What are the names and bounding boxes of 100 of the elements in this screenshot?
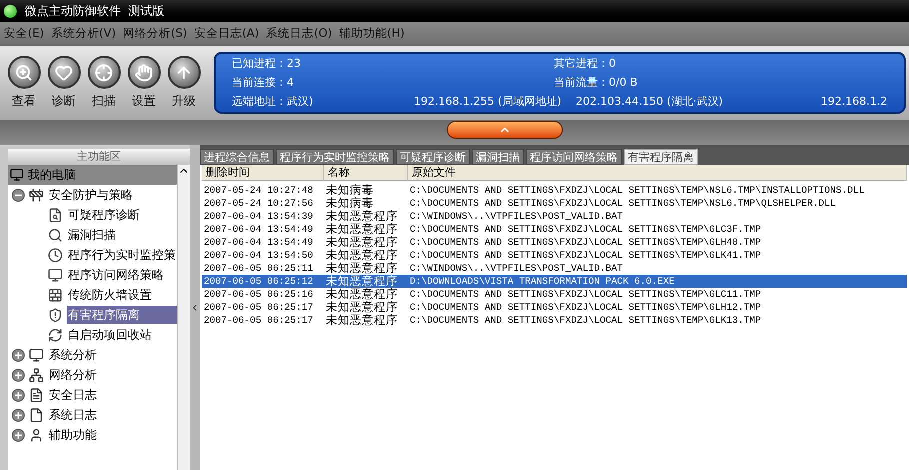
heart-icon	[55, 64, 73, 82]
tree-item[interactable]: 自启动项回收站	[67, 326, 177, 344]
tree-item[interactable]: 程序行为实时监控策	[67, 246, 177, 264]
info-text: 其它进程：0	[554, 56, 617, 72]
brick-wall-icon	[48, 288, 63, 302]
menu-item[interactable]: 安全日志(A)	[194, 25, 260, 43]
table-cell-text: 未知恶意程序	[325, 223, 399, 236]
table-row[interactable]: 2007-06-05 06:25:12 未知恶意程序 D:\DOWNLOADS\VISTA TRANSFORMATION PACK 6.0.EXE	[202, 275, 907, 288]
table-cell-text: C:\DOCUMENTS AND SETTINGS\FXDZJ\LOCAL SETTINGS\TEMP\GLH40.TMP	[409, 236, 762, 249]
tree-item[interactable]: 辅助功能	[48, 426, 98, 444]
expand-toggle[interactable]	[12, 428, 25, 442]
menu-item[interactable]: 系统分析(V)	[51, 25, 116, 43]
table-row[interactable]: 2007-06-05 06:25:11 未知恶意程序 C:\WINDOWS\..\VTPFILES\POST_VALID.BAT	[202, 262, 907, 275]
tree-item[interactable]: 漏洞扫描	[67, 226, 177, 244]
expand-toggle[interactable]	[12, 408, 25, 422]
tree-item[interactable]: 安全日志	[48, 386, 98, 404]
tab[interactable]: 可疑程序诊断	[396, 149, 470, 165]
table-cell-text: C:\DOCUMENTS AND SETTINGS\FXDZJ\LOCAL SETTINGS\TEMP\NSL6.TMP\QLSHELPER.DLL	[409, 197, 838, 210]
info-text: 192.168.1.2	[821, 94, 888, 110]
info-text: 202.103.44.150 (湖北·武汉)	[576, 94, 724, 110]
table-cell-text: 2007-06-04 13:54:50	[203, 249, 314, 262]
table-cell-text: C:\DOCUMENTS AND SETTINGS\FXDZJ\LOCAL SETTINGS\TEMP\GLH12.TMP	[409, 301, 762, 314]
expand-toggle[interactable]	[12, 348, 25, 362]
table-row[interactable]: 2007-06-05 06:25:17 未知恶意程序 C:\DOCUMENTS AND SETTINGS\FXDZJ\LOCAL SETTINGS\TEMP\GLH12.TMP	[202, 301, 907, 314]
collapse-button[interactable]	[446, 121, 562, 139]
tree-item[interactable]: 我的电脑	[8, 165, 177, 185]
table-cell-text: C:\DOCUMENTS AND SETTINGS\FXDZJ\LOCAL SETTINGS\TEMP\GLC3F.TMP	[409, 223, 762, 236]
file-search-icon	[48, 208, 63, 222]
table-row[interactable]: 2007-06-04 13:54:49 未知恶意程序 C:\DOCUMENTS AND SETTINGS\FXDZJ\LOCAL SETTINGS\TEMP\GLC3F.TMP	[202, 223, 907, 236]
menu-item[interactable]: 网络分析(S)	[123, 25, 188, 43]
table-cell-text: 2007-06-05 06:25:17	[203, 301, 314, 314]
info-text: 已知进程：23	[232, 56, 302, 72]
table-cell-text: 2007-06-04 13:54:49	[203, 223, 314, 236]
scrollbar[interactable]	[177, 165, 190, 470]
info-text: 192.168.1.255 (局域网地址)	[414, 94, 563, 110]
table-cell-text: 未知恶意程序	[325, 236, 399, 249]
table-cell-text: C:\DOCUMENTS AND SETTINGS\FXDZJ\LOCAL SETTINGS\TEMP\NSL6.TMP\INSTALLOPTIONS.DLL	[409, 184, 866, 197]
table-row[interactable]: 2007-06-04 13:54:39 未知恶意程序 C:\WINDOWS\..\VTPFILES\POST_VALID.BAT	[202, 210, 907, 223]
tree-item[interactable]: 程序访问网络策略	[67, 266, 177, 284]
table-cell-text: 2007-06-04 13:54:49	[203, 236, 314, 249]
table-cell-text: 未知恶意程序	[325, 210, 399, 223]
table-cell-text: 2007-05-24 10:27:56	[203, 197, 314, 210]
expand-toggle[interactable]	[12, 388, 25, 402]
table-cell-text: C:\DOCUMENTS AND SETTINGS\FXDZJ\LOCAL SETTINGS\TEMP\GLK41.TMP	[409, 249, 762, 262]
search-icon	[48, 228, 63, 242]
table-row[interactable]: 2007-06-04 13:54:50 未知恶意程序 C:\DOCUMENTS AND SETTINGS\FXDZJ\LOCAL SETTINGS\TEMP\GLK41.TMP	[202, 249, 907, 262]
tree-item[interactable]: 有害程序隔离	[67, 306, 177, 324]
table-cell-text: C:\DOCUMENTS AND SETTINGS\FXDZJ\LOCAL SETTINGS\TEMP\GLC11.TMP	[409, 288, 762, 301]
table-cell-text: 2007-06-05 06:25:12	[203, 275, 314, 288]
table-cell-text: 未知恶意程序	[325, 301, 399, 314]
table-cell-text: 2007-06-05 06:25:17	[203, 314, 314, 327]
shield-icon	[48, 308, 63, 322]
tree-item[interactable]: 安全防护与策略	[48, 186, 134, 204]
tab[interactable]: 程序访问网络策略	[526, 149, 622, 165]
table-row[interactable]: 2007-06-05 06:25:16 未知恶意程序 C:\DOCUMENTS AND SETTINGS\FXDZJ\LOCAL SETTINGS\TEMP\GLC11.TMP	[202, 288, 907, 301]
table-cell-text: 未知恶意程序	[325, 288, 399, 301]
tree-item[interactable]: 网络分析	[48, 366, 98, 384]
table-cell-text: 2007-06-05 06:25:16	[203, 288, 314, 301]
table-cell-text: 2007-06-04 13:54:39	[203, 210, 314, 223]
tree-item[interactable]: 系统日志	[48, 406, 98, 424]
menu-item[interactable]: 安全(E)	[4, 25, 44, 43]
menu-item[interactable]: 辅助功能(H)	[339, 25, 405, 43]
tab[interactable]: 进程综合信息	[200, 149, 274, 165]
table-cell-text: 2007-05-24 10:27:48	[203, 184, 314, 197]
table-row[interactable]: 2007-06-04 13:54:49 未知恶意程序 C:\DOCUMENTS AND SETTINGS\FXDZJ\LOCAL SETTINGS\TEMP\GLH40.TMP	[202, 236, 907, 249]
window-title: 微点主动防御软件 测试版	[25, 3, 165, 20]
barrier-icon	[29, 188, 44, 202]
column-header[interactable]: 原始文件	[408, 165, 907, 181]
monitor-icon	[29, 348, 44, 362]
table-row[interactable]: 2007-06-05 06:25:17 未知恶意程序 C:\DOCUMENTS AND SETTINGS\FXDZJ\LOCAL SETTINGS\TEMP\GLK13.TMP	[202, 314, 907, 327]
refresh-icon	[48, 328, 63, 342]
info-text: 当前连接：4	[232, 74, 295, 91]
info-text: 远端地址：武汉)	[232, 94, 314, 110]
table-cell-text: 未知恶意程序	[325, 262, 399, 275]
table-cell-text: C:\DOCUMENTS AND SETTINGS\FXDZJ\LOCAL SETTINGS\TEMP\GLK13.TMP	[409, 314, 762, 327]
table-cell-text: 2007-06-05 06:25:11	[203, 262, 314, 275]
tab[interactable]: 程序行为实时监控策略	[276, 149, 394, 165]
tree-item[interactable]: 可疑程序诊断	[67, 206, 177, 224]
menu-item[interactable]: 系统日志(O)	[266, 25, 332, 43]
tab[interactable]: 漏洞扫描	[472, 149, 524, 165]
zoom-in-icon	[15, 64, 33, 82]
table-cell-text: 未知恶意程序	[325, 275, 399, 288]
tab[interactable]: 有害程序隔离	[624, 149, 698, 165]
network-icon	[29, 368, 44, 382]
table-cell-text: C:\WINDOWS\..\VTPFILES\POST_VALID.BAT	[409, 262, 624, 275]
column-header[interactable]: 名称	[324, 165, 408, 181]
tree-item[interactable]: 系统分析	[48, 346, 98, 364]
collapse-toggle[interactable]	[12, 188, 25, 202]
expand-toggle[interactable]	[12, 368, 25, 382]
crosshair-icon	[95, 64, 113, 82]
monitor-icon	[48, 268, 63, 282]
file-icon	[29, 408, 44, 422]
table-cell-text: 未知恶意程序	[325, 314, 399, 327]
tree-item[interactable]: 传统防火墙设置	[67, 286, 177, 304]
column-header[interactable]: 删除时间	[202, 165, 324, 181]
table-cell-text: C:\WINDOWS\..\VTPFILES\POST_VALID.BAT	[409, 210, 624, 223]
monitor-icon	[10, 168, 24, 182]
table-row[interactable]: 2007-05-24 10:27:48 未知病毒 C:\DOCUMENTS AND SETTINGS\FXDZJ\LOCAL SETTINGS\TEMP\NSL6.TMP\INSTALLOPTIONS.DLL	[202, 184, 907, 197]
table-cell-text: 未知病毒	[325, 197, 375, 210]
table-row[interactable]: 2007-05-24 10:27:56 未知病毒 C:\DOCUMENTS AND SETTINGS\FXDZJ\LOCAL SETTINGS\TEMP\NSL6.TMP\QLSHELPER.DLL	[202, 197, 907, 210]
